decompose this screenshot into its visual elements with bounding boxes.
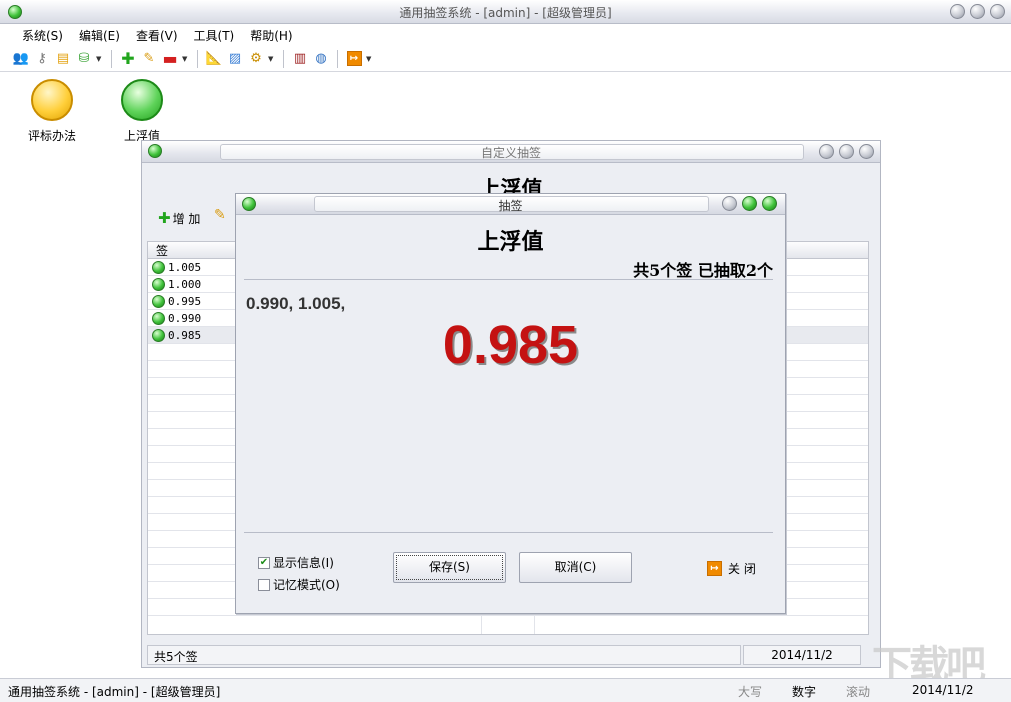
main-window-title: 通用抽签系统 - [admin] - [超级管理员] [399,6,612,20]
row-value: 0.990 [168,311,202,325]
child-minimize-button[interactable] [819,144,834,159]
globe-icon[interactable]: ◍ [312,50,330,68]
row-value: 0.985 [168,328,202,342]
row-value: 0.995 [168,294,202,308]
toolbar-separator [111,49,112,68]
menu-tools[interactable]: 工具(T) [186,27,243,44]
dialog-close-button[interactable] [762,196,777,211]
database-icon[interactable]: ⛁ [75,50,93,68]
dialog-minimize-button[interactable] [722,196,737,211]
desktop-icon-bid-method[interactable]: 评标办法 [17,79,87,144]
child-title-bar: 自定义抽签 [142,141,880,163]
ruler-icon[interactable]: 📐 [205,50,223,68]
toolbar-overflow-4[interactable]: ▼ [366,54,374,64]
divider [244,532,773,533]
dialog-heading: 上浮值 [477,229,544,255]
close-dialog-button[interactable]: ↦ 关 闭 [707,560,756,577]
close-window-button[interactable] [990,4,1005,19]
status-date: 2014/11/2 [912,683,974,697]
green-orb-icon [152,277,165,291]
toolbar-overflow-2[interactable]: ▼ [182,54,190,64]
green-orb-icon [152,328,165,342]
drawn-values-text: 0.990, 1.005, [246,294,346,313]
memory-mode-checkbox[interactable]: 记忆模式(O) [258,576,340,593]
toolbar-overflow-3[interactable]: ▼ [268,54,276,64]
add-item-button[interactable]: ✚ 增 加 [158,209,200,227]
draw-count-text: 共5个签 已抽取2个 [633,261,773,280]
child-status-count: 共5个签 [147,645,741,665]
draw-dialog: 抽签 上浮值 共5个签 已抽取2个 0.990, 1.005, 0.985 ✔ … [235,193,786,614]
num-lock-indicator: 数字 [792,685,817,699]
plus-icon: ✚ [158,209,171,227]
row-value: 1.000 [168,277,202,291]
toolbar-separator [197,49,198,68]
child-close-button[interactable] [859,144,874,159]
exit-icon[interactable]: ↦ [345,50,363,68]
child-status-date: 2014/11/2 [743,645,861,665]
main-title-bar: 通用抽签系统 - [admin] - [超级管理员] [0,0,1011,24]
menu-view[interactable]: 查看(V) [128,27,186,44]
site-watermark: 下载吧 [872,643,986,689]
green-orb-icon [152,311,165,325]
add-icon[interactable]: ✚ [119,49,137,68]
toolbar-separator [337,49,338,68]
menu-edit[interactable]: 编辑(E) [71,27,128,44]
child-status-bar: 共5个签 2014/11/2 [147,645,869,665]
close-dialog-label: 关 闭 [728,562,756,576]
menu-bar: 系统(S) 编辑(E) 查看(V) 工具(T) 帮助(H) [0,24,1011,46]
desktop-icon-label: 评标办法 [27,129,76,143]
divider [244,279,773,280]
desktop-icon-float-value[interactable]: 上浮值 [107,79,177,144]
dialog-title-bar: 抽签 [236,194,785,215]
status-text: 通用抽签系统 - [admin] - [超级管理员] [8,685,221,699]
cancel-button[interactable]: 取消(C) [519,552,632,583]
dialog-maximize-button[interactable] [742,196,757,211]
scroll-lock-indicator: 滚动 [846,685,871,699]
dialog-title: 抽签 [498,199,523,213]
book-icon[interactable]: ▥ [291,50,309,68]
palette-icon[interactable]: ▨ [226,50,244,68]
child-maximize-button[interactable] [839,144,854,159]
green-orb-icon [121,79,163,121]
show-info-checkbox[interactable]: ✔ 显示信息(I) [258,554,334,571]
draw-result: 0.985 [442,315,579,375]
status-bar: 通用抽签系统 - [admin] - [超级管理员] 大写 数字 滚动 2014… [0,678,1011,702]
row-value: 1.005 [168,260,202,274]
green-orb-icon [152,294,165,308]
remove-icon[interactable]: ▬ [161,49,179,68]
edit-icon[interactable]: ✎ [140,50,158,68]
checkbox-checked-icon: ✔ [258,556,270,569]
green-orb-icon [152,260,165,274]
menu-help[interactable]: 帮助(H) [242,27,300,44]
memory-mode-label: 记忆模式(O) [273,578,340,592]
exit-icon: ↦ [707,561,722,576]
save-button[interactable]: 保存(S) [393,552,506,583]
toolbar-separator [283,49,284,68]
caps-lock-indicator: 大写 [738,685,763,699]
show-info-label: 显示信息(I) [273,556,334,570]
gear-icon[interactable]: ⚙ [247,50,265,68]
checkbox-empty-icon [258,578,270,591]
child-window-title: 自定义抽签 [480,146,541,160]
add-item-label: 增 加 [172,211,201,226]
notepad-icon[interactable]: ▤ [54,50,72,68]
toolbar-overflow-1[interactable]: ▼ [96,54,104,64]
key-icon[interactable]: ⚷ [33,50,51,68]
maximize-button[interactable] [970,4,985,19]
toolbar: 👥 ⚷ ▤ ⛁ ▼ ✚ ✎ ▬ ▼ 📐 ▨ ⚙ ▼ ▥ ◍ ↦ ▼ [0,46,1011,72]
minimize-button[interactable] [950,4,965,19]
menu-system[interactable]: 系统(S) [14,27,71,44]
edit-pencil-icon[interactable]: ✎ [214,207,226,223]
yellow-orb-icon [31,79,73,121]
users-icon[interactable]: 👥 [12,50,30,68]
